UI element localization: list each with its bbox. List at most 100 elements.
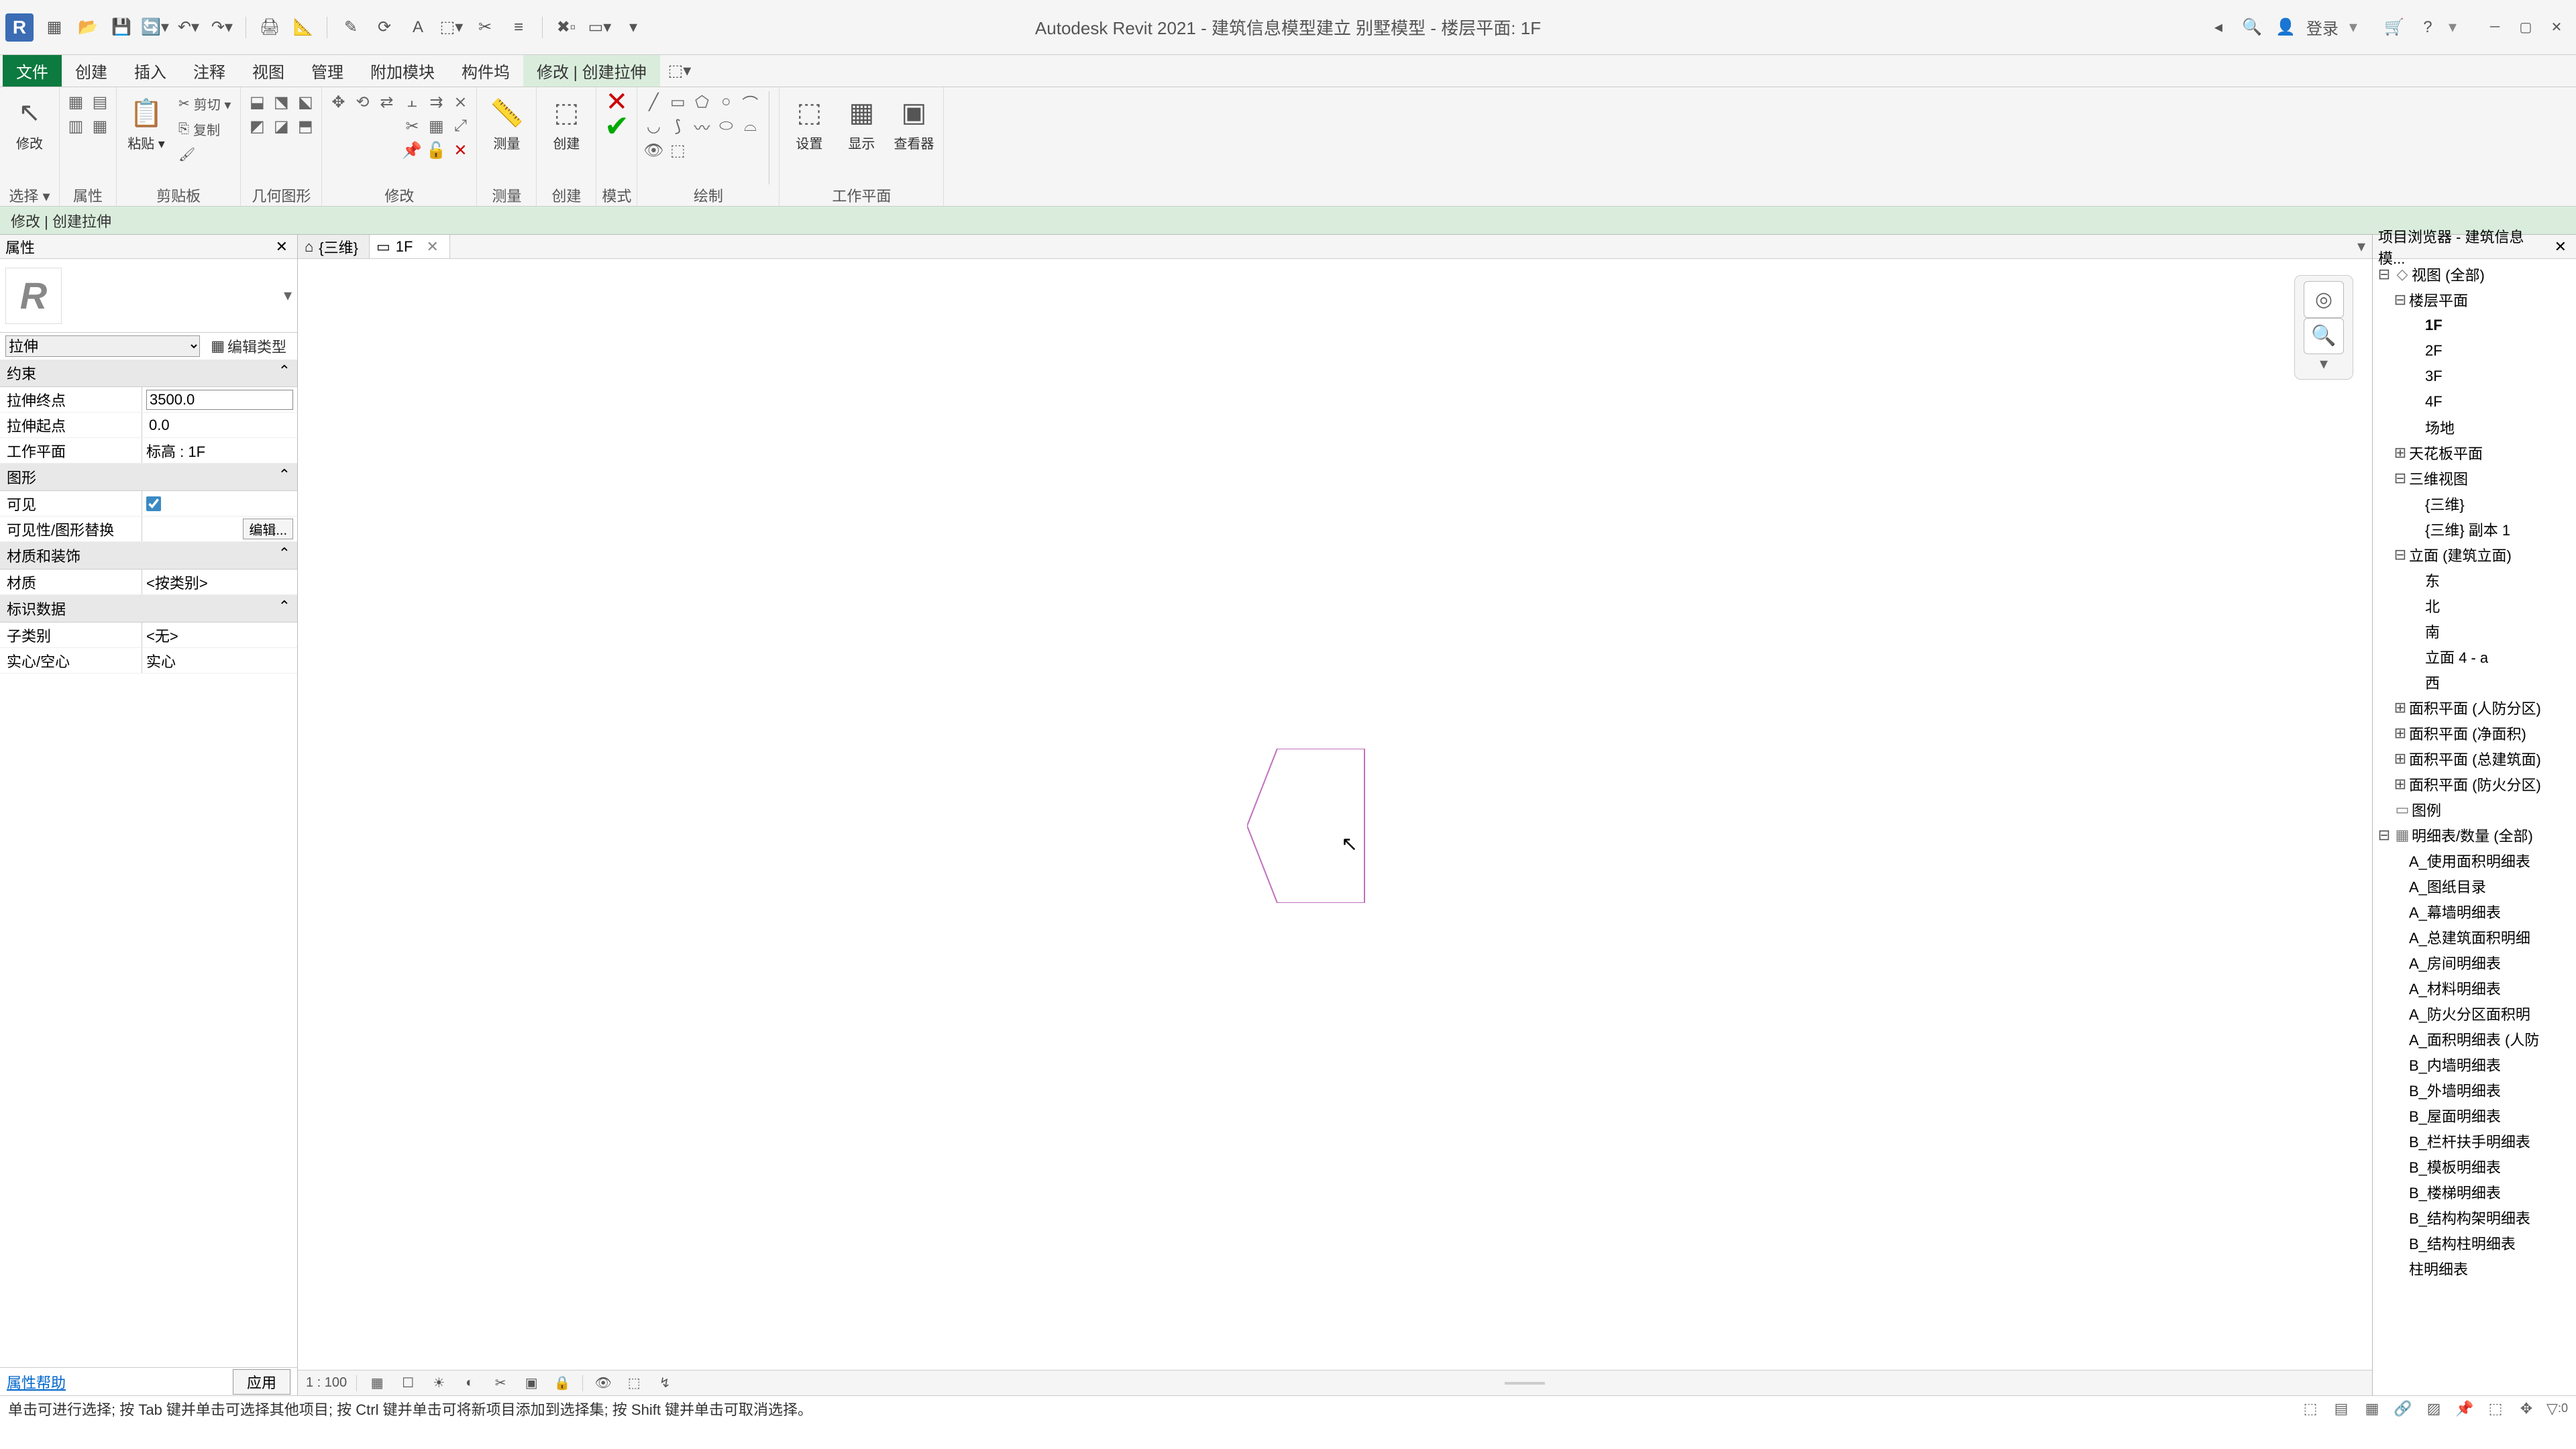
tree-floorplans[interactable]: ⊟楼层平面 [2373, 287, 2576, 313]
filter-icon[interactable]: ▽:0 [2546, 1399, 2568, 1418]
qat-open-icon[interactable]: 📂 [75, 15, 101, 40]
worksets-icon[interactable]: ⬚ [2300, 1399, 2321, 1418]
qat-save-icon[interactable]: 💾 [109, 15, 134, 40]
infocenter-icon[interactable]: 🔍 [2239, 15, 2265, 40]
drag-icon[interactable]: ✥ [2516, 1399, 2537, 1418]
tree-sched-2[interactable]: A_幕墙明细表 [2373, 899, 2576, 924]
rect-icon[interactable]: ▭ [667, 91, 688, 113]
cat-constraints[interactable]: 约束⌃ [0, 360, 297, 387]
tab-1f[interactable]: ▭1F✕ [370, 235, 450, 258]
cat-identity[interactable]: 标识数据⌃ [0, 595, 297, 623]
minimize-button[interactable]: ─ [2481, 17, 2509, 38]
pick-face-icon[interactable]: ⬚ [667, 140, 688, 161]
tree-floor-2f[interactable]: 2F [2373, 338, 2576, 364]
menu-modify[interactable]: 修改 | 创建拉伸 [523, 55, 660, 87]
menu-create[interactable]: 创建 [62, 55, 121, 87]
qat-print-icon[interactable]: 🖨 [257, 15, 282, 40]
line-icon[interactable]: ╱ [643, 91, 664, 113]
tree-sched-1[interactable]: A_图纸目录 [2373, 873, 2576, 899]
tree-floor-1f[interactable]: 1F [2373, 313, 2576, 338]
align-icon[interactable]: ⫠ [401, 91, 423, 113]
props2-icon[interactable]: ▤ [89, 91, 111, 113]
menu-annotate[interactable]: 注释 [180, 55, 239, 87]
apply-button[interactable]: 应用 [233, 1369, 290, 1395]
qat-tag-icon[interactable]: ✎ [338, 15, 364, 40]
cut-button[interactable]: ✂剪切 ▾ [174, 91, 235, 115]
circle-icon[interactable]: ○ [715, 91, 737, 113]
tree-elev-e[interactable]: 东 [2373, 568, 2576, 593]
tree-3d-1[interactable]: {三维} [2373, 491, 2576, 517]
tree-sched-11[interactable]: B_栏杆扶手明细表 [2373, 1128, 2576, 1154]
canvas[interactable]: ◎ 🔍 ▾ ↖ [298, 259, 2372, 1370]
detail-level-icon[interactable]: ▦ [366, 1374, 388, 1393]
create-button[interactable]: ⬚创建 [542, 91, 590, 155]
tree-sched-0[interactable]: A_使用面积明细表 [2373, 848, 2576, 873]
set-wp-button[interactable]: ⬚设置 [785, 91, 833, 155]
tree-area4[interactable]: ⊞面积平面 (防火分区) [2373, 771, 2576, 797]
tree-sched-13[interactable]: B_楼梯明细表 [2373, 1179, 2576, 1205]
menu-view[interactable]: 视图 [239, 55, 298, 87]
property-help-link[interactable]: 属性帮助 [7, 1371, 66, 1393]
select-face-icon[interactable]: ⬚ [2485, 1399, 2506, 1418]
crop-view-icon[interactable]: ✂ [490, 1374, 511, 1393]
full-nav-wheel-button[interactable]: ◎ [2304, 281, 2344, 318]
arrow-left-icon[interactable]: ◂ [2206, 15, 2231, 40]
reveal-hidden-icon[interactable]: ⬚ [623, 1374, 645, 1393]
end-input[interactable] [146, 390, 293, 410]
delete-icon[interactable]: ✕ [449, 140, 471, 161]
pick-line-icon[interactable]: 👁 [643, 140, 664, 161]
tree-elev-4a[interactable]: 立面 4 - a [2373, 644, 2576, 669]
menu-manage[interactable]: 管理 [298, 55, 357, 87]
move-icon[interactable]: ✥ [327, 91, 349, 113]
sketch-pentagon[interactable] [1247, 749, 1368, 903]
user-icon[interactable]: 👤 [2273, 15, 2298, 40]
tree-3dviews[interactable]: ⊟三维视图 [2373, 466, 2576, 491]
start-input[interactable] [146, 415, 293, 435]
tree-elev-s[interactable]: 南 [2373, 619, 2576, 644]
cat-graphics[interactable]: 图形⌃ [0, 464, 297, 491]
scale-icon[interactable]: ⤢ [449, 115, 471, 137]
offset-icon[interactable]: ⇉ [425, 91, 447, 113]
zoom-button[interactable]: 🔍 [2304, 318, 2344, 355]
tree-sched-4[interactable]: A_房间明细表 [2373, 950, 2576, 975]
arc-center-icon[interactable]: ◡ [643, 115, 664, 137]
qat-undo-icon[interactable]: ↶▾ [176, 15, 201, 40]
select-underlay-icon[interactable]: ▨ [2423, 1399, 2445, 1418]
select-button[interactable]: ↖ 修改 [5, 91, 54, 155]
qat-dim-icon[interactable]: ⟳ [372, 15, 397, 40]
visual-style-icon[interactable]: ☐ [397, 1374, 419, 1393]
cope-icon[interactable]: ⬓ [246, 91, 268, 113]
match-button[interactable]: 🖌 [174, 142, 235, 166]
polygon-icon[interactable]: ⬠ [691, 91, 712, 113]
ellipse-icon[interactable]: ⬭ [715, 115, 737, 137]
qat-3d-icon[interactable]: ⬚▾ [439, 15, 464, 40]
select-links-icon[interactable]: 🔗 [2392, 1399, 2414, 1418]
geom2-icon[interactable]: ◪ [270, 115, 292, 137]
trim-icon[interactable]: ⨯ [449, 91, 471, 113]
cut-geom-icon[interactable]: ⬔ [270, 91, 292, 113]
tree-sched-5[interactable]: A_材料明细表 [2373, 975, 2576, 1001]
tree-3d-2[interactable]: {三维} 副本 1 [2373, 517, 2576, 542]
measure-button[interactable]: 📏测量 [482, 91, 531, 155]
tree-floor-site[interactable]: 场地 [2373, 415, 2576, 440]
tree-schedules[interactable]: ⊟▦明细表/数量 (全部) [2373, 822, 2576, 848]
tree-elev[interactable]: ⊟立面 (建筑立面) [2373, 542, 2576, 568]
favorites-icon[interactable]: 🛒 [2381, 15, 2407, 40]
qat-sync-icon[interactable]: 🔄▾ [142, 15, 168, 40]
tree-sched-9[interactable]: B_外墙明细表 [2373, 1077, 2576, 1103]
close-tab-button[interactable]: ✕ [426, 238, 438, 256]
solid-value[interactable]: 实心 [142, 648, 297, 673]
props-icon[interactable]: ▦ [65, 91, 87, 113]
props3-icon[interactable]: ▥ [65, 115, 87, 137]
sun-path-icon[interactable]: ☀ [428, 1374, 449, 1393]
family-selector[interactable]: R ▾ [0, 259, 297, 333]
help-icon[interactable]: ? [2415, 15, 2440, 40]
tree-area2[interactable]: ⊞面积平面 (净面积) [2373, 720, 2576, 746]
scale-display[interactable]: 1 : 100 [306, 1375, 347, 1391]
tree-root[interactable]: ⊟◇视图 (全部) [2373, 262, 2576, 287]
menu-file[interactable]: 文件 [3, 55, 62, 87]
menu-components[interactable]: 构件坞 [448, 55, 523, 87]
tree-area1[interactable]: ⊞面积平面 (人防分区) [2373, 695, 2576, 720]
tree-elev-w[interactable]: 西 [2373, 669, 2576, 695]
crop-visible-icon[interactable]: ▣ [521, 1374, 542, 1393]
